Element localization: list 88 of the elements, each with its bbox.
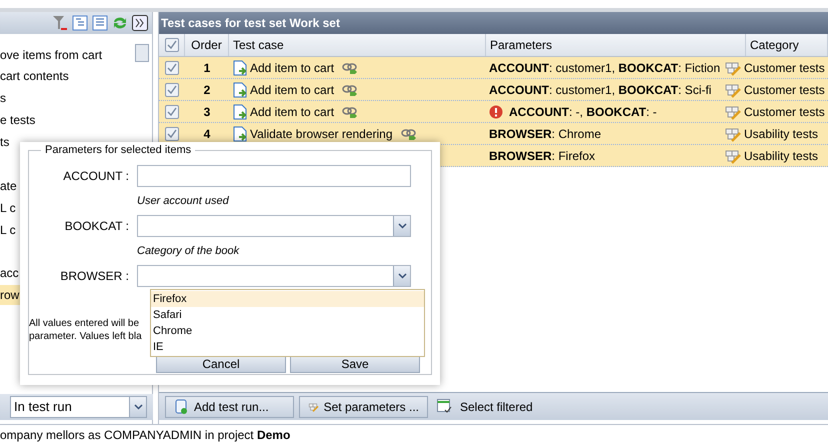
test-case-name: Add item to cart xyxy=(250,60,334,76)
document-arrow-icon xyxy=(233,60,248,76)
cancel-button[interactable]: Cancel xyxy=(156,356,286,373)
tree-item[interactable]: s xyxy=(0,88,8,108)
column-header[interactable]: Order xyxy=(185,34,229,56)
blocks-pencil-icon xyxy=(724,126,741,142)
dropdown-arrow-button[interactable] xyxy=(393,216,410,236)
dropdown-option[interactable]: IE xyxy=(151,339,424,355)
select-filtered-button[interactable]: Select filtered xyxy=(433,396,537,418)
tree-item[interactable]: e tests xyxy=(0,110,38,130)
document-arrow-icon xyxy=(233,104,248,120)
parameter-values: ACCOUNT: customer1, BOOKCAT: Sci-fi xyxy=(489,82,712,98)
save-button[interactable]: Save xyxy=(290,356,420,373)
tree-item[interactable]: ts xyxy=(0,132,12,152)
table-row[interactable]: 4 Validate browser rendering BROWSER: Chrome Usability tests xyxy=(159,123,828,145)
tree-item[interactable]: ove items from cart xyxy=(0,45,104,65)
set-parameters-button[interactable]: Set parameters ... xyxy=(299,396,428,418)
expand-icon[interactable] xyxy=(132,15,148,31)
dropdown-option[interactable]: Firefox xyxy=(151,291,424,307)
checkbox[interactable] xyxy=(164,38,178,52)
dropdown-option[interactable]: Safari xyxy=(151,307,424,323)
scroll-plus-icon xyxy=(174,398,188,414)
select-field[interactable] xyxy=(137,265,411,287)
chain-link-icon xyxy=(342,84,358,96)
blocks-pencil-icon xyxy=(724,104,741,120)
field-hint: User account used xyxy=(137,194,229,209)
order-number: 1 xyxy=(204,60,210,76)
order-number: 2 xyxy=(204,82,210,98)
tree-item[interactable]: L c xyxy=(0,198,18,218)
parameter-values: BROWSER: Firefox xyxy=(489,148,596,164)
note-text: parameter. Values left bla xyxy=(29,330,142,343)
parameter-values: ACCOUNT: -, BOOKCAT: - xyxy=(509,104,657,120)
filter-icon[interactable] xyxy=(52,15,68,31)
blocks-pencil-icon xyxy=(724,82,741,98)
order-number: 3 xyxy=(204,104,210,120)
tree-item[interactable]: cart contents xyxy=(0,66,71,86)
tree-item[interactable]: ate xyxy=(0,176,19,196)
account-input[interactable] xyxy=(137,165,411,187)
checkbox[interactable] xyxy=(165,82,179,96)
test-case-name: Validate browser rendering xyxy=(250,126,393,142)
test-case-name: Add item to cart xyxy=(250,104,334,120)
category-name: Customer tests xyxy=(744,60,825,76)
tree-item[interactable]: row xyxy=(0,285,22,305)
chain-link-icon xyxy=(342,106,358,118)
add-test-run-button[interactable]: Add test run... xyxy=(165,396,294,418)
order-number: 4 xyxy=(204,126,210,142)
table-row[interactable]: 1 Add item to cart ACCOUNT: customer1, BOOKCAT: Fiction Customer tests xyxy=(159,57,828,79)
field-label: BOOKCAT : xyxy=(64,218,130,235)
list-view-icon[interactable] xyxy=(92,15,108,31)
scroll-up-button[interactable] xyxy=(135,44,149,62)
category-name: Customer tests xyxy=(744,82,825,98)
table-row[interactable]: 2 Add item to cart ACCOUNT: customer1, BOOKCAT: Sci-fi Customer tests xyxy=(159,79,828,101)
chain-link-icon xyxy=(342,62,358,74)
test-case-name: Add item to cart xyxy=(250,82,334,98)
caret-icon xyxy=(398,223,406,229)
filter-select[interactable]: In test run xyxy=(10,396,147,418)
tree-item[interactable]: L c xyxy=(0,220,18,240)
dropdown-arrow-button[interactable] xyxy=(393,266,410,286)
dropdown-arrow-button[interactable] xyxy=(129,397,146,417)
blocks-pencil-icon xyxy=(724,60,741,76)
parameter-values: ACCOUNT: customer1, BOOKCAT: Fiction xyxy=(489,60,720,76)
table-check-icon xyxy=(437,399,452,414)
column-header[interactable]: Test case xyxy=(229,34,486,56)
checkbox[interactable] xyxy=(165,104,179,118)
blocks-pencil-icon xyxy=(724,148,741,164)
chain-link-icon xyxy=(400,128,417,140)
column-header[interactable]: Category xyxy=(746,34,828,56)
status-text: ompany mellors as COMPANYADMIN in project Demo xyxy=(0,428,290,442)
checkbox[interactable] xyxy=(165,60,179,74)
field-label: ACCOUNT : xyxy=(62,168,130,185)
tree-view-icon[interactable] xyxy=(72,15,88,31)
column-header[interactable]: Parameters xyxy=(486,34,746,56)
table-row[interactable]: 3 Add item to cart ACCOUNT: -, BOOKCAT: - Customer tests xyxy=(159,101,828,123)
select-field[interactable] xyxy=(137,215,411,237)
dropdown-option[interactable]: Chrome xyxy=(151,323,424,339)
note-text: All values entered will be xyxy=(29,317,140,330)
field-hint: Category of the book xyxy=(137,244,240,259)
document-arrow-icon xyxy=(233,82,248,98)
category-name: Usability tests xyxy=(744,126,818,142)
checkbox[interactable] xyxy=(165,126,179,140)
field-label: BROWSER : xyxy=(59,268,130,285)
category-name: Customer tests xyxy=(744,104,825,120)
caret-icon xyxy=(398,273,406,279)
panel-title: Test cases for test set Work set xyxy=(159,12,828,34)
category-name: Usability tests xyxy=(744,148,818,164)
parameter-values: BROWSER: Chrome xyxy=(489,126,602,142)
caret-icon xyxy=(134,404,142,410)
tree-item[interactable]: acc xyxy=(0,263,21,283)
